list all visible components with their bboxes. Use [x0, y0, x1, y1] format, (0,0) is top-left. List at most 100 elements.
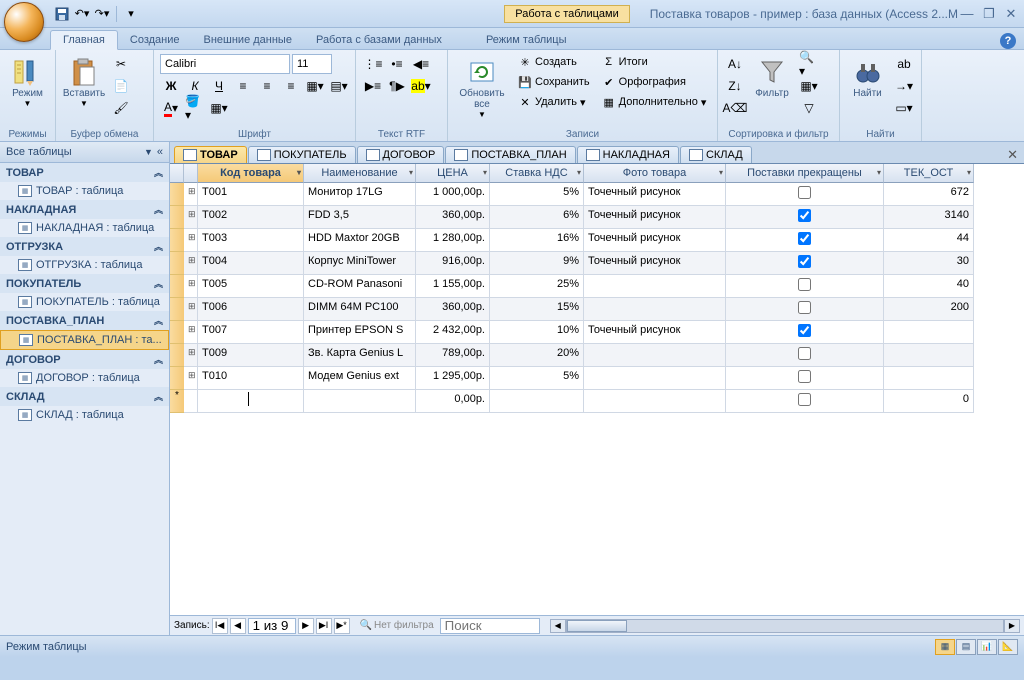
- restore-button[interactable]: ❐: [980, 6, 998, 22]
- cell[interactable]: T005: [198, 275, 304, 298]
- goto-icon[interactable]: →▾: [893, 76, 915, 96]
- row-selector[interactable]: [170, 367, 184, 390]
- new-row-selector[interactable]: *: [170, 390, 184, 413]
- doc-tab[interactable]: ПОСТАВКА_ПЛАН: [445, 146, 575, 163]
- row-selector[interactable]: [170, 298, 184, 321]
- cell[interactable]: [490, 390, 584, 413]
- gridlines-icon[interactable]: ▦▾: [304, 76, 326, 96]
- row-selector[interactable]: [170, 206, 184, 229]
- cell[interactable]: 15%: [490, 298, 584, 321]
- cell[interactable]: 0,00р.: [416, 390, 490, 413]
- find-button[interactable]: Найти: [846, 54, 889, 101]
- tab-external[interactable]: Внешние данные: [192, 31, 304, 49]
- expand-button[interactable]: ⊞: [184, 206, 198, 229]
- expand-button[interactable]: ⊞: [184, 298, 198, 321]
- undo-icon[interactable]: ↶▾: [74, 6, 90, 22]
- column-header[interactable]: Наименование▾: [304, 164, 416, 183]
- record-position-input[interactable]: [248, 618, 296, 634]
- qat-customize-icon[interactable]: ▾: [123, 6, 139, 22]
- row-selector[interactable]: [170, 275, 184, 298]
- cell[interactable]: T004: [198, 252, 304, 275]
- more-button[interactable]: ▦Дополнительно▾: [598, 94, 711, 110]
- nav-group-header[interactable]: ОТГРУЗКА︽: [0, 237, 169, 256]
- checkbox[interactable]: [798, 324, 811, 337]
- list-num-icon[interactable]: ⋮≡: [362, 54, 384, 74]
- highlight-icon[interactable]: ab▾: [410, 76, 432, 96]
- column-header[interactable]: Ставка НДС▾: [490, 164, 584, 183]
- checkbox[interactable]: [798, 393, 811, 406]
- delete-record-button[interactable]: ✕Удалить▾: [514, 94, 594, 110]
- doc-tab[interactable]: ТОВАР: [174, 146, 247, 163]
- cell[interactable]: 360,00р.: [416, 298, 490, 321]
- cell[interactable]: 16%: [490, 229, 584, 252]
- ltr-icon[interactable]: ¶▶: [386, 76, 408, 96]
- expand-button[interactable]: ⊞: [184, 252, 198, 275]
- cell[interactable]: CD-ROM Panasoni: [304, 275, 416, 298]
- cell[interactable]: 1 000,00р.: [416, 183, 490, 206]
- replace-icon[interactable]: ab: [893, 54, 915, 74]
- tab-datasheet[interactable]: Режим таблицы: [474, 31, 579, 49]
- cell[interactable]: 44: [884, 229, 974, 252]
- cell[interactable]: [884, 344, 974, 367]
- last-record-button[interactable]: ▶I: [316, 618, 332, 634]
- copy-icon[interactable]: 📄: [110, 76, 132, 96]
- pivot-view-button[interactable]: ▤: [956, 639, 976, 655]
- format-painter-icon[interactable]: 🖌: [110, 98, 132, 118]
- new-record-button[interactable]: ✳Создать: [514, 54, 594, 70]
- nav-item[interactable]: ▦ТОВАР : таблица: [0, 182, 169, 200]
- checkbox[interactable]: [798, 255, 811, 268]
- select-all-cell[interactable]: [170, 164, 184, 183]
- checkbox[interactable]: [798, 278, 811, 291]
- nav-group-header[interactable]: СКЛАД︽: [0, 387, 169, 406]
- cell[interactable]: 1 280,00р.: [416, 229, 490, 252]
- cell[interactable]: 6%: [490, 206, 584, 229]
- office-button[interactable]: [4, 2, 44, 42]
- cell[interactable]: 2 432,00р.: [416, 321, 490, 344]
- row-selector[interactable]: [170, 183, 184, 206]
- cell[interactable]: T010: [198, 367, 304, 390]
- cell[interactable]: 672: [884, 183, 974, 206]
- cell[interactable]: 3140: [884, 206, 974, 229]
- doc-tab[interactable]: НАКЛАДНАЯ: [577, 146, 679, 163]
- nav-item[interactable]: ▦ДОГОВОР : таблица: [0, 369, 169, 387]
- nav-item[interactable]: ▦НАКЛАДНАЯ : таблица: [0, 219, 169, 237]
- doc-tab[interactable]: СКЛАД: [680, 146, 752, 163]
- row-selector[interactable]: [170, 229, 184, 252]
- cell[interactable]: 9%: [490, 252, 584, 275]
- new-record-nav-button[interactable]: ▶*: [334, 618, 350, 634]
- doc-tab[interactable]: ДОГОВОР: [357, 146, 445, 163]
- underline-icon[interactable]: Ч: [208, 76, 230, 96]
- cell[interactable]: T002: [198, 206, 304, 229]
- cell[interactable]: 30: [884, 252, 974, 275]
- bold-icon[interactable]: Ж: [160, 76, 182, 96]
- cell[interactable]: 916,00р.: [416, 252, 490, 275]
- paste-button[interactable]: Вставить ▼: [62, 54, 106, 110]
- checkbox[interactable]: [798, 370, 811, 383]
- expand-button[interactable]: ⊞: [184, 275, 198, 298]
- column-header[interactable]: Поставки прекращены▾: [726, 164, 884, 183]
- row-selector[interactable]: [170, 321, 184, 344]
- checkbox[interactable]: [798, 301, 811, 314]
- expand-button[interactable]: ⊞: [184, 321, 198, 344]
- nav-group-header[interactable]: НАКЛАДНАЯ︽: [0, 200, 169, 219]
- cell[interactable]: [726, 229, 884, 252]
- cell[interactable]: 1 155,00р.: [416, 275, 490, 298]
- close-button[interactable]: ✕: [1002, 6, 1020, 22]
- column-header[interactable]: ТЕК_ОСТ▾: [884, 164, 974, 183]
- cell[interactable]: [584, 390, 726, 413]
- cell[interactable]: HDD Maxtor 20GB: [304, 229, 416, 252]
- cell[interactable]: [184, 390, 198, 413]
- nav-header[interactable]: Все таблицы▼«: [0, 142, 169, 163]
- save-icon[interactable]: [54, 6, 70, 22]
- cell[interactable]: T007: [198, 321, 304, 344]
- doc-tab[interactable]: ПОКУПАТЕЛЬ: [248, 146, 356, 163]
- cell[interactable]: 20%: [490, 344, 584, 367]
- checkbox[interactable]: [798, 347, 811, 360]
- cell[interactable]: [726, 298, 884, 321]
- cell[interactable]: T006: [198, 298, 304, 321]
- minimize-button[interactable]: —: [958, 6, 976, 22]
- checkbox[interactable]: [798, 232, 811, 245]
- row-selector[interactable]: [170, 252, 184, 275]
- column-header[interactable]: Код товара▾: [198, 164, 304, 183]
- horizontal-scrollbar[interactable]: ◀▶: [550, 618, 1020, 634]
